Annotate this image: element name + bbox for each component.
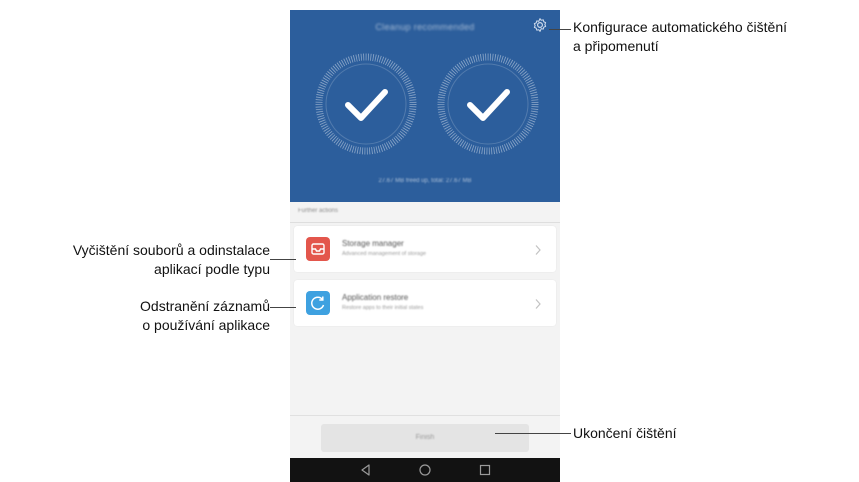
leader-line bbox=[270, 259, 296, 260]
divider bbox=[290, 415, 560, 416]
memory-check-ring bbox=[314, 52, 418, 156]
cleanup-header: Cleanup recommended 27.67 MB freed up, t… bbox=[290, 10, 560, 202]
check-icon bbox=[315, 53, 417, 155]
callout-text: Konfigurace automatického čištění bbox=[573, 19, 788, 35]
leader-line bbox=[495, 433, 571, 434]
divider bbox=[290, 222, 560, 223]
finish-button[interactable]: Finish bbox=[321, 424, 529, 452]
storage-callout: Vyčištění souborů a odinstalace aplikací… bbox=[73, 241, 270, 279]
leader-line bbox=[549, 29, 571, 30]
navigation-bar bbox=[290, 458, 560, 482]
finish-callout: Ukončení čištění bbox=[573, 424, 677, 443]
finish-label: Finish bbox=[415, 434, 435, 441]
callout-text: Vyčištění souborů a odinstalace bbox=[72, 242, 270, 258]
refresh-icon bbox=[306, 291, 330, 315]
check-icon bbox=[437, 53, 539, 155]
restore-callout: Odstranění záznamů o používání aplikace bbox=[140, 297, 270, 335]
storage-manager-title: Storage manager bbox=[342, 239, 404, 248]
application-restore-title: Application restore bbox=[342, 293, 409, 302]
callout-text: o používání aplikace bbox=[142, 317, 270, 333]
application-restore-item[interactable]: Application restore Restore apps to thei… bbox=[294, 280, 556, 326]
callout-text: aplikací podle typu bbox=[154, 261, 270, 277]
home-icon[interactable] bbox=[417, 462, 433, 478]
callout-text: Ukončení čištění bbox=[573, 425, 677, 441]
leader-line bbox=[270, 307, 296, 308]
section-title: Further actions bbox=[298, 208, 339, 214]
header-title: Cleanup recommended bbox=[375, 22, 475, 32]
freed-space-status: 27.67 MB freed up, total: 27.67 MB bbox=[378, 178, 472, 184]
storage-manager-subtitle: Advanced management of storage bbox=[342, 251, 427, 257]
callout-text: a připomenutí bbox=[573, 38, 659, 54]
gear-icon[interactable] bbox=[531, 16, 549, 34]
callout-text: Odstranění záznamů bbox=[140, 298, 270, 314]
chevron-right-icon bbox=[534, 243, 542, 255]
back-icon[interactable] bbox=[358, 462, 374, 478]
chevron-right-icon bbox=[534, 297, 542, 309]
storage-check-ring bbox=[436, 52, 540, 156]
inbox-icon bbox=[306, 237, 330, 261]
phone-screen: Cleanup recommended 27.67 MB freed up, t… bbox=[290, 10, 560, 482]
settings-callout: Konfigurace automatického čištění a přip… bbox=[573, 18, 787, 56]
application-restore-subtitle: Restore apps to their initial states bbox=[342, 305, 424, 311]
storage-manager-item[interactable]: Storage manager Advanced management of s… bbox=[294, 226, 556, 272]
recent-apps-icon[interactable] bbox=[477, 462, 493, 478]
